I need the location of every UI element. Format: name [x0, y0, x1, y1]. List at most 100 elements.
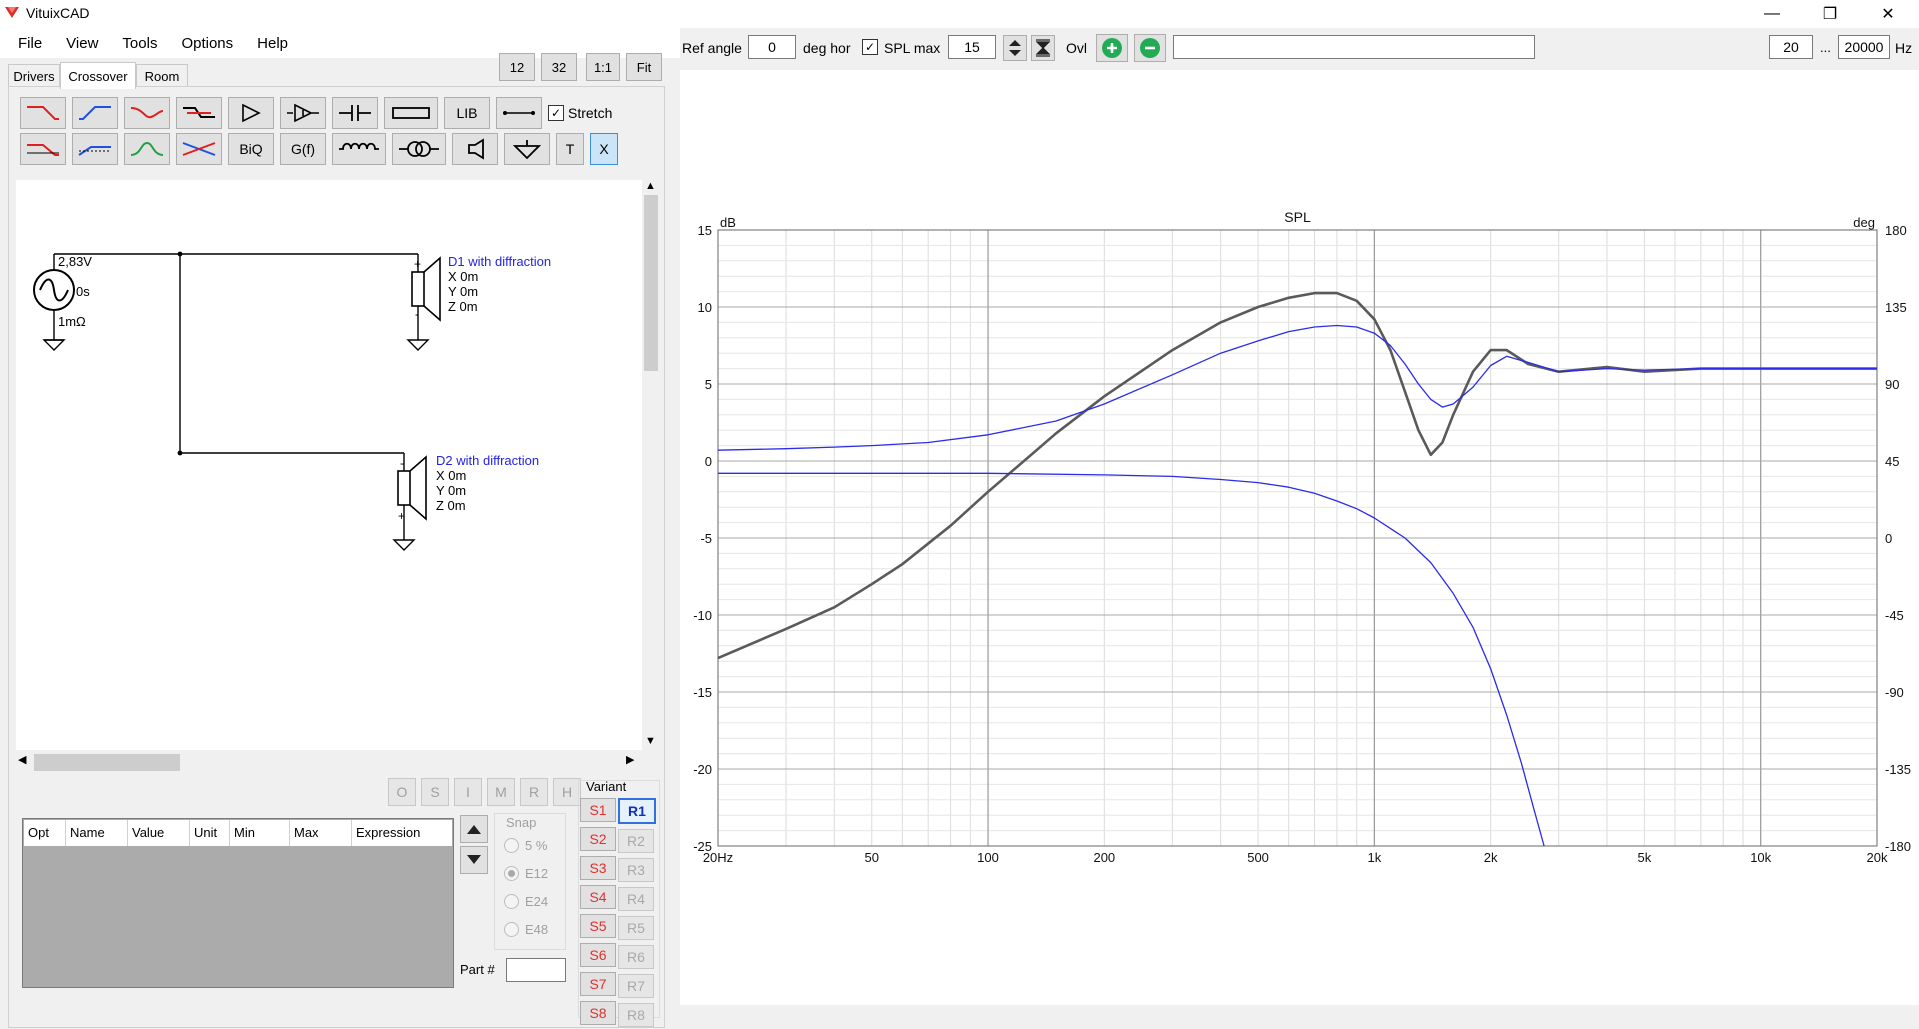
- menu-file[interactable]: File: [0, 35, 54, 52]
- driver1-name: D1 with diffraction: [448, 254, 552, 269]
- horizontal-scroll-thumb[interactable]: [34, 754, 180, 771]
- menu-view[interactable]: View: [54, 35, 110, 52]
- parts-m-button[interactable]: M: [487, 778, 515, 806]
- tab-drivers[interactable]: Drivers: [8, 64, 60, 87]
- transfer-function-button[interactable]: G(f): [280, 133, 326, 165]
- library-button[interactable]: LIB: [444, 97, 490, 129]
- variant-r7-button[interactable]: R7: [618, 974, 654, 998]
- variant-s7-button[interactable]: S7: [580, 972, 616, 996]
- snap-radio-e12[interactable]: [504, 866, 519, 881]
- col-name[interactable]: Name: [66, 820, 128, 846]
- zoom-fit-button[interactable]: Fit: [626, 53, 662, 81]
- schematic-canvas[interactable]: + - - + 2,83V 0s 1mΩ D1 with diffraction…: [16, 180, 642, 750]
- bandpass-tool[interactable]: [124, 133, 170, 165]
- restore-button[interactable]: ❐: [1801, 0, 1859, 28]
- freq-max-input[interactable]: 20000: [1838, 35, 1890, 59]
- variant-r8-button[interactable]: R8: [618, 1003, 654, 1027]
- close-button[interactable]: ✕: [1859, 0, 1917, 28]
- text-tool-button[interactable]: T: [556, 133, 584, 165]
- lowpass-filter-tool[interactable]: [20, 97, 66, 129]
- variant-r4-button[interactable]: R4: [618, 887, 654, 911]
- parts-o-button[interactable]: O: [388, 778, 416, 806]
- scroll-right-icon[interactable]: ▶: [626, 753, 634, 766]
- move-down-button[interactable]: [460, 846, 488, 874]
- inductor-tool[interactable]: [332, 133, 386, 165]
- variant-r5-button[interactable]: R5: [618, 916, 654, 940]
- stretch-checkbox[interactable]: ✓: [548, 105, 564, 121]
- shelf-filter-tool[interactable]: [176, 97, 222, 129]
- col-expression[interactable]: Expression: [352, 820, 452, 846]
- zoom-32-button[interactable]: 32: [541, 53, 577, 81]
- biquad-button[interactable]: BiQ: [228, 133, 274, 165]
- delete-tool-button[interactable]: X: [590, 133, 618, 165]
- spl-max-expand-icon[interactable]: [1031, 35, 1055, 61]
- wire-tool[interactable]: [496, 97, 542, 129]
- snap-radio-e48[interactable]: [504, 922, 519, 937]
- scroll-up-icon[interactable]: ▲: [645, 180, 656, 192]
- variant-r3-button[interactable]: R3: [618, 858, 654, 882]
- parts-s-button[interactable]: S: [421, 778, 449, 806]
- spl-chart-panel[interactable]: 15 10 5 0 -5 -10 -15 -20 -25 180 135 90 45 0 -45 -90 -13…: [680, 70, 1919, 1005]
- col-value[interactable]: Value: [128, 820, 190, 846]
- part-number-input[interactable]: [506, 958, 566, 982]
- snap-radio-5[interactable]: [504, 838, 519, 853]
- buffer-tool[interactable]: [228, 97, 274, 129]
- snap-option-e24[interactable]: E24: [504, 894, 548, 909]
- menu-tools[interactable]: Tools: [110, 35, 169, 52]
- variant-s5-button[interactable]: S5: [580, 914, 616, 938]
- variant-r6-button[interactable]: R6: [618, 945, 654, 969]
- tab-room[interactable]: Room: [136, 64, 188, 87]
- variant-r2-button[interactable]: R2: [618, 829, 654, 853]
- ground-tool[interactable]: [504, 133, 550, 165]
- snap-option-e12[interactable]: E12: [504, 866, 548, 881]
- variant-s8-button[interactable]: S8: [580, 1001, 616, 1025]
- col-min[interactable]: Min: [230, 820, 290, 846]
- spl-max-input[interactable]: 15: [948, 35, 996, 59]
- move-up-button[interactable]: [460, 815, 488, 843]
- scroll-left-icon[interactable]: ◀: [18, 753, 26, 766]
- parts-r-button[interactable]: R: [520, 778, 548, 806]
- vertical-scroll-thumb[interactable]: [644, 195, 658, 371]
- driver2-block[interactable]: D2 with diffraction X 0m Y 0m Z 0m: [436, 453, 539, 513]
- variant-s6-button[interactable]: S6: [580, 943, 616, 967]
- minimize-button[interactable]: —: [1743, 0, 1801, 28]
- parts-i-button[interactable]: I: [454, 778, 482, 806]
- freq-min-input[interactable]: 20: [1769, 35, 1813, 59]
- resistor-tool[interactable]: [384, 97, 438, 129]
- spl-max-checkbox[interactable]: ✓: [862, 39, 878, 55]
- col-unit[interactable]: Unit: [190, 820, 230, 846]
- menu-help[interactable]: Help: [245, 35, 300, 52]
- speaker-tool[interactable]: [452, 133, 498, 165]
- spl-max-spinner-icon[interactable]: [1003, 35, 1027, 61]
- highpass-2nd-tool[interactable]: [72, 133, 118, 165]
- transformer-tool[interactable]: [392, 133, 446, 165]
- ref-angle-input[interactable]: 0: [748, 35, 796, 59]
- highpass-filter-tool[interactable]: [72, 97, 118, 129]
- snap-radio-e24[interactable]: [504, 894, 519, 909]
- variant-s2-button[interactable]: S2: [580, 827, 616, 851]
- add-overlay-button[interactable]: [1096, 34, 1128, 62]
- driver1-block[interactable]: D1 with diffraction X 0m Y 0m Z 0m: [448, 254, 551, 314]
- col-max[interactable]: Max: [290, 820, 352, 846]
- snap-option-5[interactable]: 5 %: [504, 838, 548, 853]
- allpass-tool[interactable]: [176, 133, 222, 165]
- spl-chart[interactable]: 151050-5-10-15-20-2518013590450-45-90-13…: [680, 70, 1919, 1005]
- lowpass-2nd-tool[interactable]: [20, 133, 66, 165]
- opamp-tool[interactable]: [280, 97, 326, 129]
- overlay-name-input[interactable]: [1173, 35, 1535, 59]
- parts-h-button[interactable]: H: [553, 778, 581, 806]
- capacitor-tool[interactable]: [332, 97, 378, 129]
- notch-filter-tool[interactable]: [124, 97, 170, 129]
- variant-s1-button[interactable]: S1: [580, 798, 616, 822]
- menu-options[interactable]: Options: [169, 35, 245, 52]
- scroll-down-icon[interactable]: ▼: [645, 735, 656, 747]
- col-opt[interactable]: Opt: [24, 820, 66, 846]
- remove-overlay-button[interactable]: [1134, 34, 1166, 62]
- variant-s3-button[interactable]: S3: [580, 856, 616, 880]
- tab-crossover[interactable]: Crossover: [60, 62, 136, 89]
- zoom-1to1-button[interactable]: 1:1: [586, 53, 620, 81]
- zoom-12-button[interactable]: 12: [499, 53, 535, 81]
- variant-s4-button[interactable]: S4: [580, 885, 616, 909]
- snap-option-e48[interactable]: E48: [504, 922, 548, 937]
- variant-r1-button[interactable]: R1: [618, 798, 656, 824]
